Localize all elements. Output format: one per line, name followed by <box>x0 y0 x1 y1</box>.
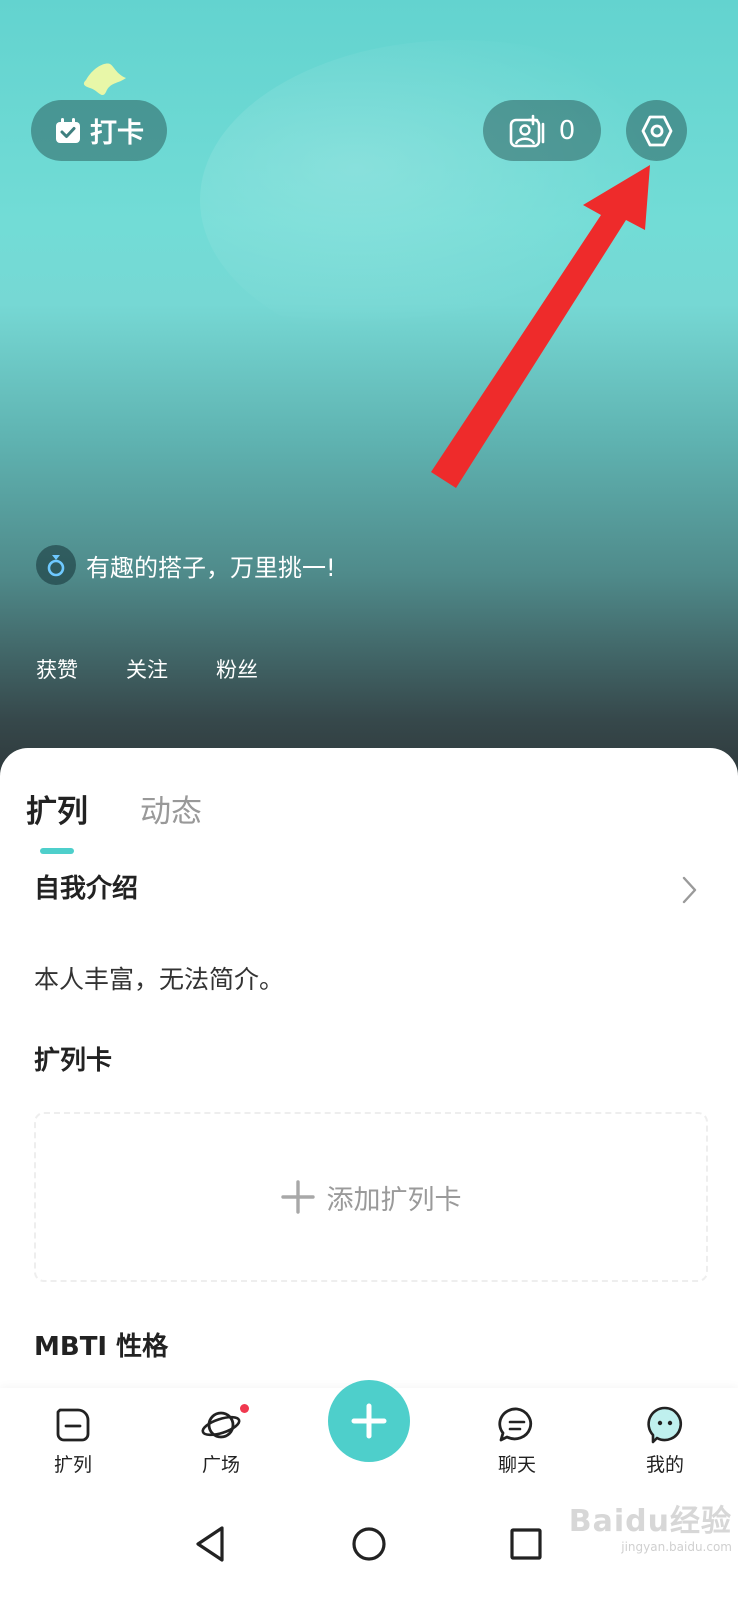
recents-square-icon[interactable] <box>504 1522 548 1566</box>
stat-likes[interactable]: 获赞 <box>36 654 78 684</box>
background-light-swoosh <box>200 40 720 360</box>
active-tab-indicator <box>40 848 74 854</box>
tab-expand[interactable]: 扩列 <box>26 786 88 831</box>
stat-followers[interactable]: 粉丝 <box>216 654 258 684</box>
profile-face-icon <box>647 1406 683 1444</box>
bottom-navigation: 扩列 广场 聊天 我的 <box>0 1380 738 1500</box>
tab-moments[interactable]: 动态 <box>140 786 202 831</box>
stat-following[interactable]: 关注 <box>126 654 168 684</box>
create-post-button[interactable] <box>328 1380 410 1462</box>
home-circle-icon[interactable] <box>347 1522 391 1566</box>
profile-stats: 获赞 关注 粉丝 <box>36 654 258 684</box>
settings-button[interactable] <box>626 100 687 161</box>
checkin-button[interactable]: 打卡 <box>31 100 167 161</box>
ring-icon <box>36 545 76 585</box>
signature-text: 有趣的搭子，万里挑一! <box>86 553 336 582</box>
visitor-friends-button[interactable]: 0 <box>483 100 601 161</box>
chevron-right-icon[interactable] <box>676 872 702 908</box>
plus-icon <box>351 1403 387 1439</box>
watermark-url: jingyan.baidu.com <box>621 1540 732 1554</box>
star-decoration-icon <box>83 63 126 96</box>
add-card-label: 添加扩列卡 <box>326 1184 462 1216</box>
profile-tabs: 扩列 动态 <box>26 786 202 831</box>
intro-text: 本人丰富，无法简介。 <box>34 965 285 994</box>
intro-section-title: 自我介绍 <box>34 874 139 904</box>
calendar-check-icon <box>56 117 80 143</box>
nav-item-mine[interactable]: 我的 <box>620 1404 710 1477</box>
add-card-button[interactable]: 添加扩列卡 <box>34 1112 708 1282</box>
mbti-section-title: MBTI 性格 <box>34 1332 169 1362</box>
back-triangle-icon[interactable] <box>190 1522 234 1566</box>
nav-label-chat: 聊天 <box>497 1454 536 1476</box>
friend-count: 0 <box>558 115 576 146</box>
plus-icon <box>280 1180 315 1214</box>
profile-signature: 有趣的搭子，万里挑一! <box>36 545 336 585</box>
nav-item-chat[interactable]: 聊天 <box>472 1404 562 1477</box>
add-friend-photo-icon <box>509 114 545 147</box>
nav-label-plaza: 广场 <box>201 1454 240 1476</box>
settings-hexagon-icon <box>641 115 672 146</box>
notification-dot <box>240 1404 249 1413</box>
checkin-label: 打卡 <box>90 118 144 149</box>
nav-label-mine: 我的 <box>645 1454 684 1476</box>
chat-icon <box>498 1407 533 1442</box>
baidu-jingyan-watermark: Baidu经验 jingyan.baidu.com <box>552 1496 732 1596</box>
watermark-logo: Baidu经验 <box>568 1504 732 1539</box>
expand-icon <box>56 1408 90 1442</box>
card-section-title: 扩列卡 <box>34 1046 113 1076</box>
planet-icon <box>201 1411 241 1439</box>
nav-item-plaza[interactable]: 广场 <box>176 1404 266 1477</box>
nav-label-expand: 扩列 <box>53 1454 92 1476</box>
nav-item-expand[interactable]: 扩列 <box>28 1404 118 1477</box>
